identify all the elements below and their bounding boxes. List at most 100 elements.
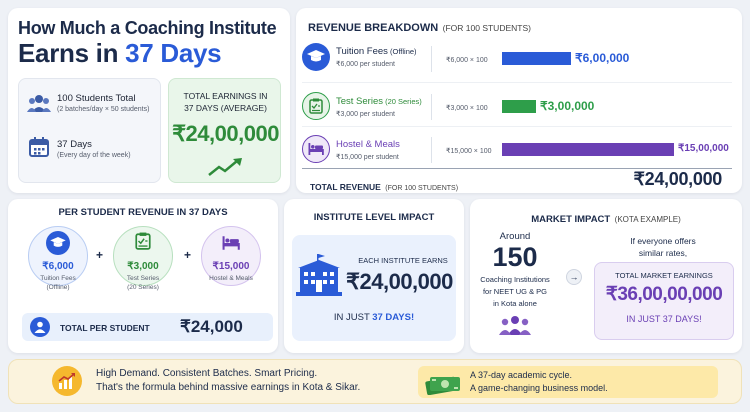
hero-title-prefix: Earns in bbox=[18, 38, 126, 68]
row-divider-2 bbox=[431, 94, 432, 120]
graduation-cap-icon bbox=[302, 43, 330, 71]
row-sep-2 bbox=[302, 126, 732, 127]
institute-footer-highlight: 37 DAYS! bbox=[372, 312, 415, 323]
revenue-card: REVENUE BREAKDOWN (FOR 100 STUDENTS) Tui… bbox=[296, 8, 742, 193]
market-footer: IN JUST 37 DAYS! bbox=[626, 314, 702, 324]
revenue-row1-per: ₹6,000 per student bbox=[336, 61, 395, 68]
hero-title-line1: How Much a Coaching Institute bbox=[18, 18, 277, 38]
market-total-label: TOTAL MARKET EARNINGS bbox=[615, 271, 713, 280]
institute-card: INSTITUTE LEVEL IMPACT EACH INSTITUTE EA… bbox=[284, 199, 464, 353]
hero-total-label2: 37 DAYS (AVERAGE) bbox=[184, 103, 267, 113]
market-if-line1: If everyone offers bbox=[630, 236, 696, 246]
revenue-row3-formula: ₹15,000 × 100 bbox=[446, 148, 492, 155]
bed-icon bbox=[302, 135, 330, 163]
plus-sign-1: + bbox=[96, 248, 104, 262]
revenue-row2-name: Test Series (20 Series) bbox=[336, 96, 422, 107]
row1-name-note: (Offline) bbox=[387, 47, 417, 56]
per-student-title: PER STUDENT REVENUE IN 37 DAYS bbox=[58, 207, 228, 218]
plus-sign-2: + bbox=[184, 248, 192, 262]
calendar-icon bbox=[29, 137, 49, 157]
growth-chart-icon bbox=[52, 366, 82, 396]
revenue-title-note: (FOR 100 STUDENTS) bbox=[442, 23, 531, 33]
students-icon bbox=[27, 93, 51, 113]
revenue-row2-formula: ₹3,000 × 100 bbox=[446, 105, 488, 112]
per-student-tuition-value: ₹6,000 bbox=[42, 261, 74, 272]
hero-title-line2: Earns in 37 Days bbox=[18, 38, 222, 69]
students-sub: (2 batches/day × 50 students) bbox=[57, 106, 150, 113]
clipboard-check-icon bbox=[135, 232, 151, 250]
row2-name-note: (20 Series) bbox=[383, 97, 422, 106]
revenue-row3-per: ₹15,000 per student bbox=[336, 154, 399, 161]
hero-card: How Much a Coaching Institute Earns in 3… bbox=[8, 8, 290, 193]
arrow-right-icon: → bbox=[566, 269, 582, 285]
revenue-total-label-text: TOTAL REVENUE bbox=[310, 182, 381, 192]
revenue-total-label-note: (FOR 100 STUDENTS) bbox=[385, 185, 459, 192]
revenue-row1-value: ₹6,00,000 bbox=[575, 51, 630, 65]
per-student-card: PER STUDENT REVENUE IN 37 DAYS ₹6,000 Tu… bbox=[8, 199, 278, 353]
market-if-line2: similar rates, bbox=[638, 248, 688, 258]
market-desc2: for NEET UG & PG bbox=[482, 287, 548, 296]
per-student-total-label: TOTAL PER STUDENT bbox=[60, 323, 150, 333]
per-student-hostel-label1: Hostel & Meals bbox=[209, 275, 253, 282]
row1-name-text: Tuition Fees bbox=[336, 46, 388, 57]
revenue-total-label: TOTAL REVENUE (FOR 100 STUDENTS) bbox=[310, 177, 458, 195]
days-title: 37 Days bbox=[57, 139, 92, 150]
per-student-test-label2: (20 Series) bbox=[127, 284, 159, 291]
revenue-bar-hostel bbox=[502, 143, 674, 156]
row-sep-1 bbox=[302, 82, 732, 83]
institute-value: ₹24,00,000 bbox=[346, 269, 453, 294]
market-desc1: Coaching Institutions bbox=[480, 275, 550, 284]
hero-total-box: TOTAL EARNINGS IN 37 DAYS (AVERAGE) ₹24,… bbox=[168, 78, 281, 183]
revenue-row2-value: ₹3,00,000 bbox=[540, 99, 595, 113]
hero-info-box: 100 Students Total (2 batches/day × 50 s… bbox=[18, 78, 161, 183]
revenue-row1-name: Tuition Fees (Offline) bbox=[336, 46, 417, 57]
bed-icon bbox=[222, 236, 240, 250]
hero-title-highlight: 37 Days bbox=[125, 38, 222, 68]
institute-each-label: EACH INSTITUTE EARNS bbox=[358, 256, 448, 265]
graduation-cap-icon bbox=[46, 231, 70, 255]
revenue-total-value: ₹24,00,000 bbox=[633, 169, 722, 189]
user-icon bbox=[30, 317, 50, 337]
revenue-title-text: REVENUE BREAKDOWN bbox=[308, 22, 439, 34]
hero-total-value: ₹24,00,000 bbox=[172, 121, 279, 146]
market-card: MARKET IMPACT (KOTA EXAMPLE) Around 150 … bbox=[470, 199, 742, 353]
per-student-hostel-value: ₹15,000 bbox=[212, 261, 250, 272]
per-student-tuition-label1: Tuition Fees bbox=[40, 275, 76, 282]
revenue-row3-value: ₹15,00,000 bbox=[678, 143, 729, 154]
per-student-test-value: ₹3,000 bbox=[127, 261, 159, 272]
arrow-glyph: → bbox=[569, 272, 579, 282]
revenue-title: REVENUE BREAKDOWN (FOR 100 STUDENTS) bbox=[308, 18, 531, 36]
building-icon bbox=[296, 254, 342, 296]
market-title-text: MARKET IMPACT bbox=[531, 214, 611, 225]
revenue-row1-formula: ₹6,000 × 100 bbox=[446, 57, 488, 64]
bottom-right2: A game-changing business model. bbox=[470, 383, 608, 393]
days-sub: (Every day of the week) bbox=[57, 152, 131, 159]
per-student-test-label1: Test Series bbox=[126, 275, 160, 282]
revenue-row3-name: Hostel & Meals bbox=[336, 139, 400, 150]
row2-name-text: Test Series bbox=[336, 96, 383, 107]
per-student-tuition-label2: (Offline) bbox=[46, 284, 70, 291]
revenue-row2-per: ₹3,000 per student bbox=[336, 111, 395, 118]
per-student-total-value: ₹24,000 bbox=[180, 317, 243, 336]
bottom-right1: A 37-day academic cycle. bbox=[470, 370, 573, 380]
trend-up-icon bbox=[207, 157, 245, 177]
institute-footer: IN JUST 37 DAYS! bbox=[292, 312, 456, 323]
revenue-bar-test-series bbox=[502, 100, 536, 113]
market-title-note: (KOTA EXAMPLE) bbox=[614, 215, 681, 224]
institute-title: INSTITUTE LEVEL IMPACT bbox=[313, 212, 435, 223]
row-divider-3 bbox=[431, 137, 432, 163]
group-people-icon bbox=[498, 315, 532, 335]
market-desc3: in Kota alone bbox=[493, 299, 537, 308]
bottom-line1: High Demand. Consistent Batches. Smart P… bbox=[96, 368, 318, 379]
market-count: 150 bbox=[492, 242, 538, 272]
bottom-line2: That's the formula behind massive earnin… bbox=[96, 382, 361, 393]
market-around: Around bbox=[499, 231, 531, 242]
clipboard-check-icon bbox=[302, 92, 330, 120]
revenue-bar-tuition bbox=[502, 52, 571, 65]
hero-total-label1: TOTAL EARNINGS IN bbox=[183, 91, 268, 101]
market-total-value: ₹36,00,00,000 bbox=[605, 284, 723, 305]
institute-footer-prefix: IN JUST bbox=[333, 312, 373, 323]
money-icon bbox=[424, 369, 462, 396]
market-title: MARKET IMPACT (KOTA EXAMPLE) bbox=[470, 209, 742, 227]
students-title: 100 Students Total bbox=[57, 93, 136, 104]
